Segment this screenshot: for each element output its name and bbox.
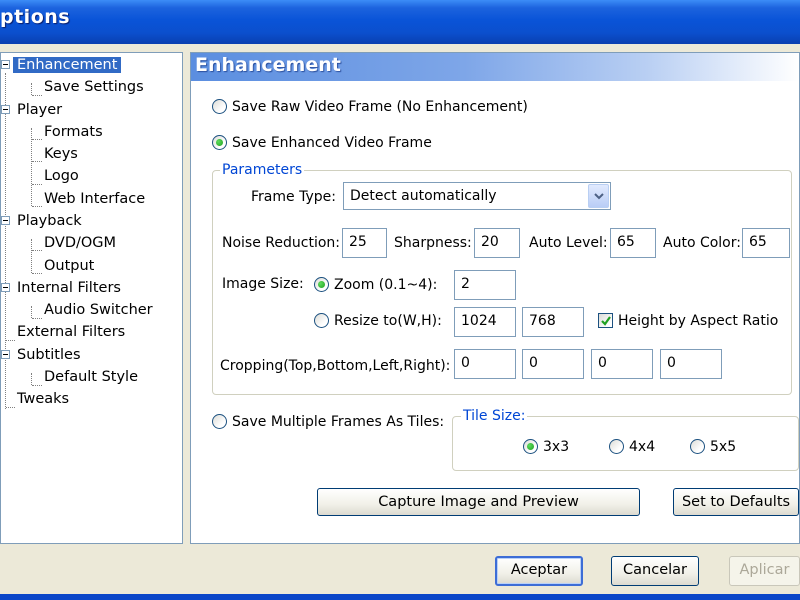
panel-header: Enhancement — [191, 53, 799, 81]
accept-button[interactable]: Aceptar — [495, 556, 583, 586]
tree-item-label: DVD/OGM — [44, 235, 117, 251]
tree-item-output[interactable]: Output — [40, 256, 98, 276]
cropping-label: Cropping(Top,Bottom,Left,Right): — [220, 358, 451, 374]
sharpness-input[interactable]: 20 — [474, 228, 520, 258]
tree-item-label: Keys — [44, 146, 78, 162]
resize-radio[interactable] — [314, 313, 329, 328]
apply-button[interactable]: Aplicar — [729, 556, 800, 586]
noise-reduction-label: Noise Reduction: — [222, 235, 340, 251]
tree-collapse-icon[interactable] — [1, 60, 10, 69]
save-raw-label[interactable]: Save Raw Video Frame (No Enhancement) — [232, 98, 528, 116]
capture-preview-button[interactable]: Capture Image and Preview — [317, 488, 640, 516]
tree-collapse-icon[interactable] — [1, 216, 10, 225]
tree-item-external-filters[interactable]: External Filters — [13, 322, 129, 342]
zoom-input[interactable]: 2 — [454, 270, 516, 300]
tree-item-label: Logo — [44, 168, 79, 184]
tree-item-save-settings[interactable]: Save Settings — [40, 77, 148, 97]
image-size-label: Image Size: — [222, 276, 304, 292]
frame-type-label: Frame Type: — [251, 189, 336, 205]
tree-connector-line — [31, 306, 32, 318]
title-bar[interactable]: ptions — [0, 0, 800, 44]
tree-item-internal-filters[interactable]: Internal Filters — [13, 278, 125, 298]
tree-item-label: Save Settings — [44, 79, 144, 95]
parameters-group-title: Parameters — [220, 162, 305, 178]
tree-item-dvd-ogm[interactable]: DVD/OGM — [40, 233, 120, 253]
tree-item-tweaks[interactable]: Tweaks — [13, 389, 73, 409]
auto-level-label: Auto Level: — [529, 235, 608, 251]
tree-item-label: Output — [44, 258, 95, 274]
set-defaults-button[interactable]: Set to Defaults — [673, 488, 799, 516]
tile-size-group — [452, 416, 799, 471]
tree-item-enhancement[interactable]: Enhancement — [13, 55, 122, 75]
aspect-ratio-label[interactable]: Height by Aspect Ratio — [618, 312, 778, 330]
zoom-radio[interactable] — [314, 277, 329, 292]
tree-item-subtitles[interactable]: Subtitles — [13, 345, 85, 365]
frame-type-value: Detect automatically — [350, 188, 497, 204]
tree-item-label: Enhancement — [13, 57, 122, 73]
frame-type-select[interactable]: Detect automatically — [343, 182, 611, 210]
noise-reduction-input[interactable]: 25 — [342, 228, 387, 258]
save-tiles-radio[interactable] — [212, 414, 227, 429]
crop-bottom-input[interactable]: 0 — [522, 349, 584, 379]
tree-item-web-interface[interactable]: Web Interface — [40, 189, 149, 209]
auto-level-input[interactable]: 65 — [610, 228, 656, 258]
crop-left-input[interactable]: 0 — [591, 349, 653, 379]
chevron-down-icon[interactable] — [588, 184, 609, 208]
crop-right-input[interactable]: 0 — [660, 349, 722, 379]
save-raw-radio[interactable] — [212, 99, 227, 114]
tree-connector-line — [31, 83, 32, 95]
tree-item-label: Player — [17, 102, 63, 118]
window-title: ptions — [0, 6, 71, 28]
tile-3x3-label[interactable]: 3x3 — [543, 438, 569, 456]
checkmark-icon — [601, 316, 611, 326]
tile-3x3-radio[interactable] — [523, 439, 538, 454]
save-enhanced-radio[interactable] — [212, 135, 227, 150]
zoom-label[interactable]: Zoom (0.1~4): — [334, 276, 437, 294]
tree-collapse-icon[interactable] — [1, 350, 10, 359]
tree-item-label: Subtitles — [17, 347, 81, 363]
tree-item-default-style[interactable]: Default Style — [40, 367, 142, 387]
save-tiles-label[interactable]: Save Multiple Frames As Tiles: — [232, 413, 444, 431]
tile-4x4-radio[interactable] — [609, 439, 624, 454]
tree-item-label: Formats — [44, 124, 103, 140]
tree-item-player[interactable]: Player — [13, 100, 66, 120]
resize-width-input[interactable]: 1024 — [454, 307, 516, 337]
tile-4x4-label[interactable]: 4x4 — [629, 438, 655, 456]
options-tree[interactable]: Enhancement Save Settings Player Formats… — [0, 52, 183, 544]
tree-item-label: External Filters — [17, 324, 126, 340]
tile-5x5-label[interactable]: 5x5 — [710, 438, 736, 456]
enhancement-panel: Enhancement Save Raw Video Frame (No Enh… — [190, 52, 800, 544]
tree-item-keys[interactable]: Keys — [40, 144, 82, 164]
auto-color-label: Auto Color: — [663, 235, 741, 251]
tree-item-label: Default Style — [44, 369, 139, 385]
aspect-ratio-checkbox[interactable] — [598, 313, 613, 328]
tree-collapse-icon[interactable] — [1, 283, 10, 292]
window-bottom-border — [0, 594, 800, 600]
panel-title: Enhancement — [195, 54, 341, 76]
tree-item-label: Audio Switcher — [44, 302, 153, 318]
crop-top-input[interactable]: 0 — [454, 349, 516, 379]
sharpness-label: Sharpness: — [394, 235, 472, 251]
tree-item-label: Internal Filters — [17, 280, 121, 296]
save-enhanced-label[interactable]: Save Enhanced Video Frame — [232, 134, 432, 152]
tile-5x5-radio[interactable] — [690, 439, 705, 454]
resize-label[interactable]: Resize to(W,H): — [334, 312, 442, 330]
cancel-button[interactable]: Cancelar — [611, 556, 699, 586]
tree-item-label: Tweaks — [17, 391, 70, 407]
tree-item-playback[interactable]: Playback — [13, 211, 86, 231]
tree-connector-line — [31, 239, 32, 273]
resize-height-input[interactable]: 768 — [522, 307, 584, 337]
tree-item-label: Playback — [17, 213, 82, 229]
tree-item-formats[interactable]: Formats — [40, 122, 107, 142]
auto-color-input[interactable]: 65 — [742, 228, 790, 258]
dialog-client-area: Enhancement Save Settings Player Formats… — [0, 44, 800, 600]
tile-size-title: Tile Size: — [461, 408, 528, 424]
tree-connector-line — [31, 373, 32, 385]
tree-item-audio-switcher[interactable]: Audio Switcher — [40, 300, 157, 320]
tree-collapse-icon[interactable] — [1, 105, 10, 114]
tree-item-logo[interactable]: Logo — [40, 166, 83, 186]
tree-item-label: Web Interface — [44, 191, 146, 207]
